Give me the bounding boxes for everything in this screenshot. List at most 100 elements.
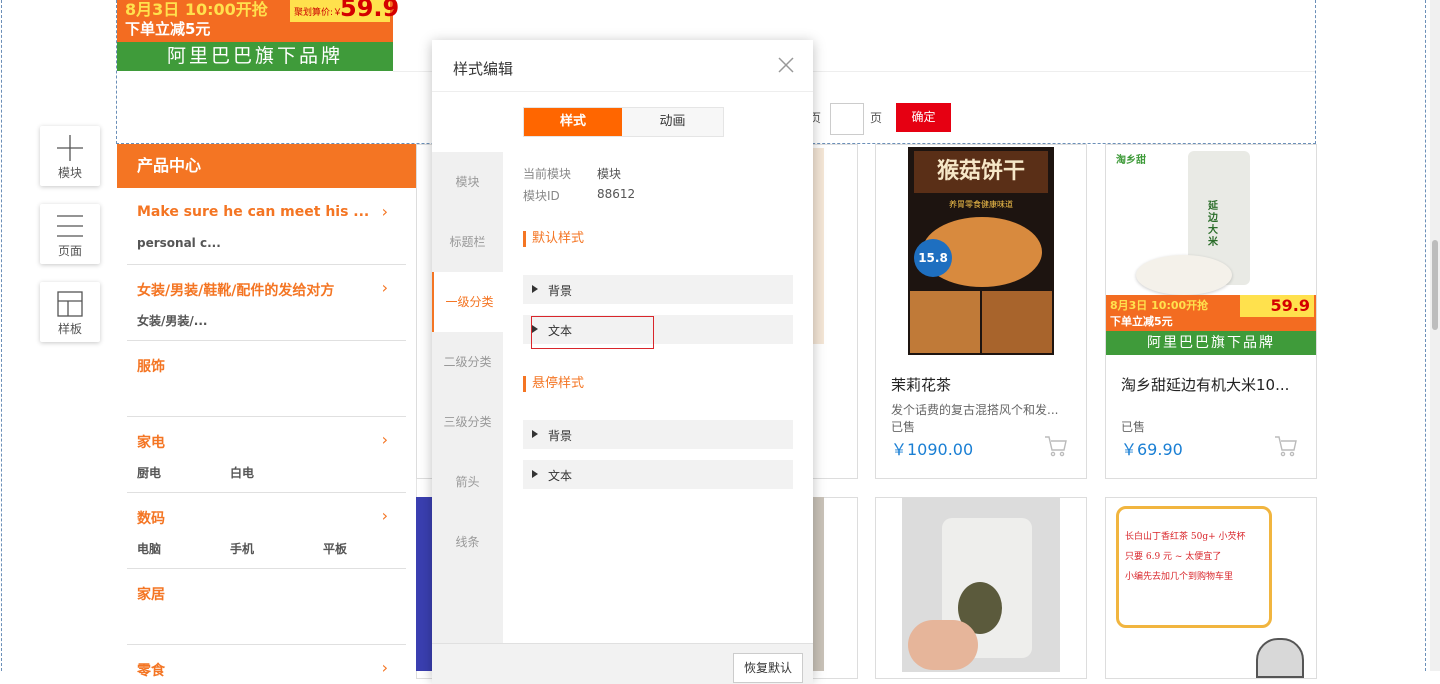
- product-card[interactable]: 长白山丁香红茶 50g+ 小芡杯 只要 6.9 元 ~ 太便宜了 小编先去加几个…: [1105, 497, 1317, 679]
- rice-promo-top: 8月3日 10:00开抢 下单立减5元 59.9: [1106, 295, 1316, 331]
- caret-right-icon: [532, 285, 538, 293]
- nav-item-level3[interactable]: 三级分类: [432, 392, 503, 452]
- nav-item-arrow[interactable]: 箭头: [432, 452, 503, 512]
- product-image-partial: [416, 497, 432, 671]
- default-style-heading: 默认样式: [523, 231, 584, 247]
- layout-grid-icon: [57, 291, 83, 317]
- category-title[interactable]: 数码: [137, 508, 165, 528]
- hand: [908, 620, 978, 670]
- rice-promo-line2: 下单立减5元: [1110, 315, 1173, 328]
- tab-style[interactable]: 样式: [524, 108, 622, 136]
- subcategory-link[interactable]: personal c...: [137, 236, 221, 250]
- product-card[interactable]: 猴菇饼干 养胃零食健康味道 15.8 茉莉花茶 发个话费的复古混搭风个和发...…: [875, 144, 1087, 479]
- product-card[interactable]: 淘乡甜 延边大米 8月3日 10:00开抢 下单立减5元 59.9 阿里巴巴旗下…: [1105, 144, 1317, 479]
- subcategory-link[interactable]: 白电: [230, 464, 254, 481]
- accordion-label: 背景: [548, 284, 573, 298]
- page-scrollbar[interactable]: [1430, 0, 1440, 671]
- tab-animation[interactable]: 动画: [622, 108, 723, 136]
- plus-icon: [57, 135, 83, 161]
- close-icon[interactable]: [776, 55, 796, 75]
- category-title[interactable]: 零食: [137, 660, 165, 680]
- cart-icon[interactable]: [1044, 434, 1068, 458]
- nav-item-level2[interactable]: 二级分类: [432, 332, 503, 392]
- banner-price-box: 聚划算价:￥ 59.9: [290, 0, 399, 22]
- category-item[interactable]: Make sure he can meet his ... › personal…: [127, 188, 406, 265]
- nav-item-module[interactable]: 模块: [432, 152, 503, 212]
- cookie-subtitle: 养胃零食健康味道: [949, 200, 1013, 209]
- rice-promo-brand: 阿里巴巴旗下品牌: [1106, 331, 1316, 355]
- highlight-box: [531, 316, 654, 349]
- subcategory-link[interactable]: 女装/男装/...: [137, 312, 207, 329]
- nav-item-lines[interactable]: 线条: [432, 512, 503, 572]
- confirm-button[interactable]: 确定: [896, 103, 951, 132]
- page-button[interactable]: 页面: [40, 204, 100, 264]
- module-guide-right: [1315, 0, 1316, 144]
- nav-item-title-bar[interactable]: 标题栏: [432, 212, 503, 272]
- product-image: [902, 498, 1060, 672]
- info-value: 88612: [597, 187, 636, 201]
- subcategory-link[interactable]: 电脑: [137, 540, 161, 557]
- accordion-hover-text[interactable]: 文本: [523, 460, 793, 489]
- banner-brand: 阿里巴巴旗下品牌: [117, 42, 393, 71]
- subcategory-link[interactable]: 厨电: [137, 464, 161, 481]
- element-nav: 模块 标题栏 一级分类 二级分类 三级分类 箭头 线条: [432, 152, 505, 680]
- category-item[interactable]: 零食 ›: [127, 644, 406, 684]
- banner-price: 59.9: [340, 0, 400, 22]
- top-banner[interactable]: 8月3日 10:00开抢 下单立减5元 聚划算价:￥ 59.9 阿里巴巴旗下品牌: [117, 0, 399, 71]
- nav-item-level1[interactable]: 一级分类: [432, 272, 505, 332]
- category-title[interactable]: 女装/男装/鞋靴/配件的发给对方: [137, 280, 334, 300]
- product-desc: 发个话费的复古混搭风个和发...: [891, 403, 1059, 417]
- cookie-title: 猴菇饼干: [914, 151, 1048, 193]
- hover-style-heading: 悬停样式: [523, 376, 584, 392]
- rice-promo-line1: 8月3日 10:00开抢: [1110, 299, 1209, 312]
- subcategory-link[interactable]: 平板: [323, 540, 347, 557]
- product-image: 猴菇饼干 养胃零食健康味道 15.8: [908, 147, 1054, 355]
- page-lines-icon: [57, 215, 83, 237]
- template-button[interactable]: 样板: [40, 282, 100, 342]
- product-sold: 已售: [891, 420, 916, 434]
- page-label: 页面: [57, 244, 82, 258]
- product-price: ￥1090.00: [891, 440, 974, 459]
- accordion-label: 文本: [548, 469, 573, 483]
- chevron-right-icon: ›: [381, 202, 388, 221]
- category-title[interactable]: 家电: [137, 432, 165, 452]
- product-name[interactable]: 茉莉花茶: [891, 374, 951, 395]
- note-line: 小编先去加几个到购物车里: [1125, 572, 1234, 582]
- category-item[interactable]: 数码 › 电脑 手机 平板: [127, 492, 406, 569]
- banner-top: 8月3日 10:00开抢 下单立减5元 聚划算价:￥ 59.9: [117, 0, 399, 42]
- subcategory-link[interactable]: 手机: [230, 540, 254, 557]
- accordion-default-background[interactable]: 背景: [523, 275, 793, 304]
- product-card[interactable]: [875, 497, 1087, 679]
- category-header: 产品中心: [117, 144, 416, 188]
- reset-default-button[interactable]: 恢复默认: [733, 653, 803, 683]
- dialog-footer: 恢复默认: [432, 643, 813, 684]
- category-sidebar: 产品中心 Make sure he can meet his ... › per…: [117, 144, 417, 679]
- banner-line1: 8月3日 10:00开抢: [125, 0, 268, 19]
- category-item[interactable]: 家电 › 厨电 白电: [127, 416, 406, 493]
- category-item[interactable]: 家居: [127, 568, 406, 645]
- product-name[interactable]: 淘乡甜延边有机大米10...: [1121, 374, 1289, 395]
- scrollbar-thumb[interactable]: [1432, 240, 1438, 330]
- note-line: 长白山丁香红茶 50g+ 小芡杯: [1125, 532, 1246, 542]
- category-title[interactable]: Make sure he can meet his ...: [137, 204, 369, 220]
- banner-line2: 下单立减5元: [125, 20, 211, 38]
- product-image: 淘乡甜 延边大米 8月3日 10:00开抢 下单立减5元 59.9 阿里巴巴旗下…: [1106, 145, 1316, 355]
- speech-bubble: 长白山丁香红茶 50g+ 小芡杯 只要 6.9 元 ~ 太便宜了 小编先去加几个…: [1116, 506, 1272, 628]
- category-title[interactable]: 服饰: [137, 356, 165, 376]
- add-module-label: 模块: [57, 166, 82, 180]
- chevron-right-icon: ›: [381, 658, 388, 677]
- cart-icon[interactable]: [1274, 434, 1298, 458]
- add-module-button[interactable]: 模块: [40, 126, 100, 186]
- dialog-title: 样式编辑: [453, 60, 514, 78]
- category-item[interactable]: 女装/男装/鞋靴/配件的发给对方 › 女装/男装/...: [127, 264, 406, 341]
- category-title[interactable]: 家居: [137, 584, 165, 604]
- cartoon-character: [1256, 638, 1304, 678]
- page-guide-right: [1425, 0, 1426, 671]
- caret-right-icon: [532, 430, 538, 438]
- rice-brand: 淘乡甜: [1116, 155, 1146, 166]
- chevron-right-icon: ›: [381, 506, 388, 525]
- accordion-hover-background[interactable]: 背景: [523, 420, 793, 449]
- category-item[interactable]: 服饰: [127, 340, 406, 417]
- page-number-input[interactable]: [830, 103, 864, 135]
- info-value: 模块: [597, 167, 622, 181]
